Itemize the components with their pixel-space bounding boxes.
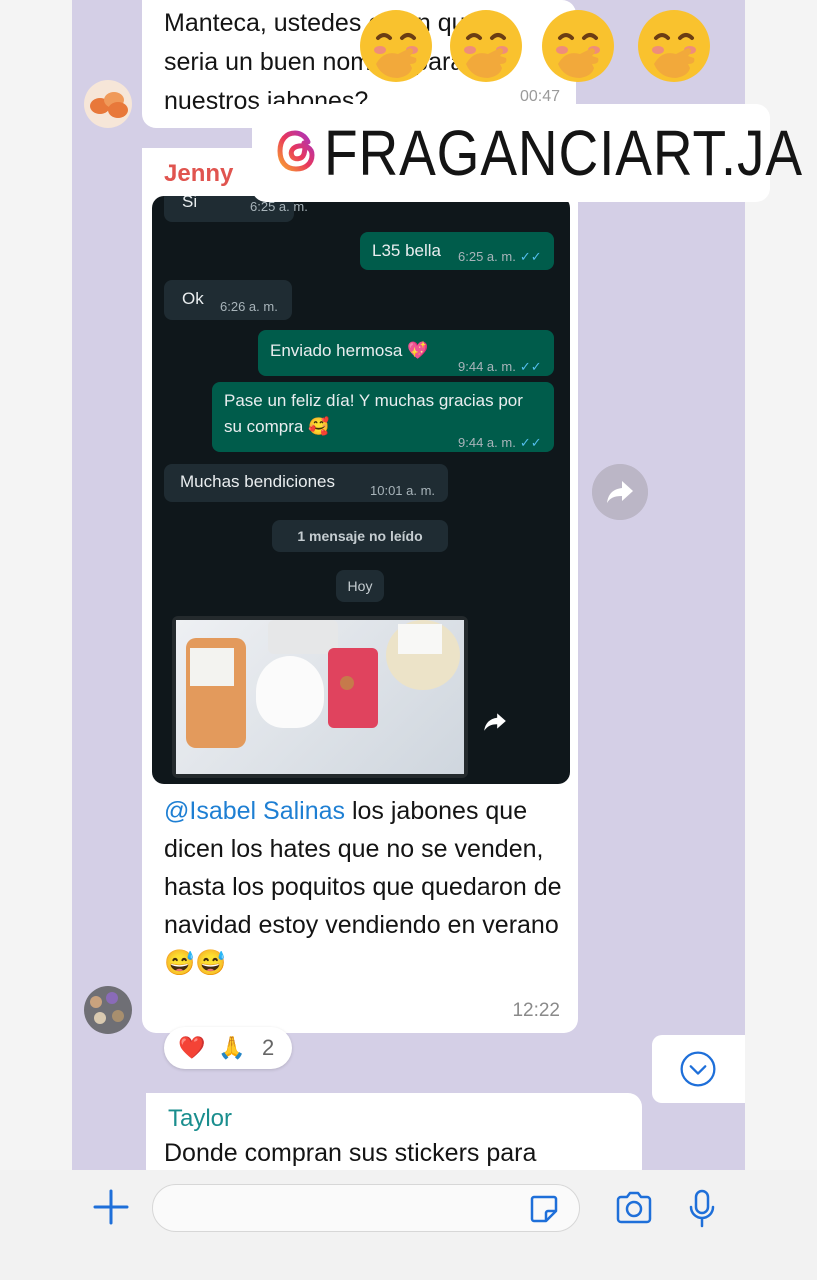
message-bubble-jenny[interactable]: Jenny Si 6:25 a. m. L35 bella 6:25 a. m.… bbox=[142, 148, 578, 1033]
shared-screenshot[interactable]: Si 6:25 a. m. L35 bella 6:25 a. m. ✓✓ Ok … bbox=[152, 196, 570, 784]
sticker-icon[interactable] bbox=[528, 1193, 560, 1225]
forward-button[interactable] bbox=[592, 464, 648, 520]
screenshot-message: Muchas bendiciones 10:01 a. m. bbox=[164, 464, 448, 502]
screenshot-message: Enviado hermosa 💖 9:44 a. m. ✓✓ bbox=[258, 330, 554, 376]
reaction-count: 2 bbox=[262, 1035, 275, 1060]
scroll-down-button[interactable] bbox=[652, 1035, 745, 1103]
camera-icon[interactable] bbox=[614, 1190, 654, 1226]
message-input[interactable] bbox=[152, 1184, 580, 1232]
avatar[interactable] bbox=[84, 80, 132, 128]
hand-over-mouth-emoji bbox=[536, 4, 620, 88]
soap-photo[interactable] bbox=[172, 616, 468, 778]
message-time: 12:22 bbox=[512, 1000, 560, 1021]
hand-over-mouth-emoji bbox=[632, 4, 716, 88]
hand-over-mouth-emoji bbox=[444, 4, 528, 88]
forward-icon[interactable] bbox=[482, 708, 508, 734]
message-caption: @Isabel Salinas los jabones que dicen lo… bbox=[164, 797, 562, 977]
message-text: Donde compran sus stickers para bbox=[164, 1139, 537, 1167]
microphone-icon[interactable] bbox=[686, 1188, 718, 1230]
mention-link[interactable]: @Isabel Salinas bbox=[164, 797, 345, 825]
reactions-bar[interactable]: ❤️ 🙏 2 bbox=[164, 1027, 292, 1069]
screenshot-message: Ok 6:26 a. m. bbox=[164, 280, 292, 320]
chevron-down-icon bbox=[680, 1051, 716, 1087]
screenshot-message: Pase un feliz día! Y muchas gracias por … bbox=[212, 382, 554, 452]
left-margin bbox=[0, 0, 72, 1170]
pray-reaction: 🙏 bbox=[218, 1035, 246, 1060]
heart-reaction: ❤️ bbox=[178, 1035, 206, 1060]
avatar[interactable] bbox=[84, 986, 132, 1034]
sender-name: Jenny bbox=[164, 160, 234, 187]
hand-over-mouth-emoji bbox=[354, 4, 438, 88]
instagram-handle-sticker: FRAGANCIART.JA bbox=[252, 104, 802, 202]
threads-logo-icon bbox=[277, 130, 315, 172]
plus-icon[interactable] bbox=[92, 1188, 130, 1226]
screenshot-message: L35 bella 6:25 a. m. ✓✓ bbox=[360, 232, 554, 270]
date-divider: Hoy bbox=[336, 570, 384, 602]
sender-name: Taylor bbox=[168, 1105, 233, 1132]
unread-divider: 1 mensaje no leído bbox=[272, 520, 448, 552]
instagram-handle: FRAGANCIART.JA bbox=[324, 117, 803, 189]
